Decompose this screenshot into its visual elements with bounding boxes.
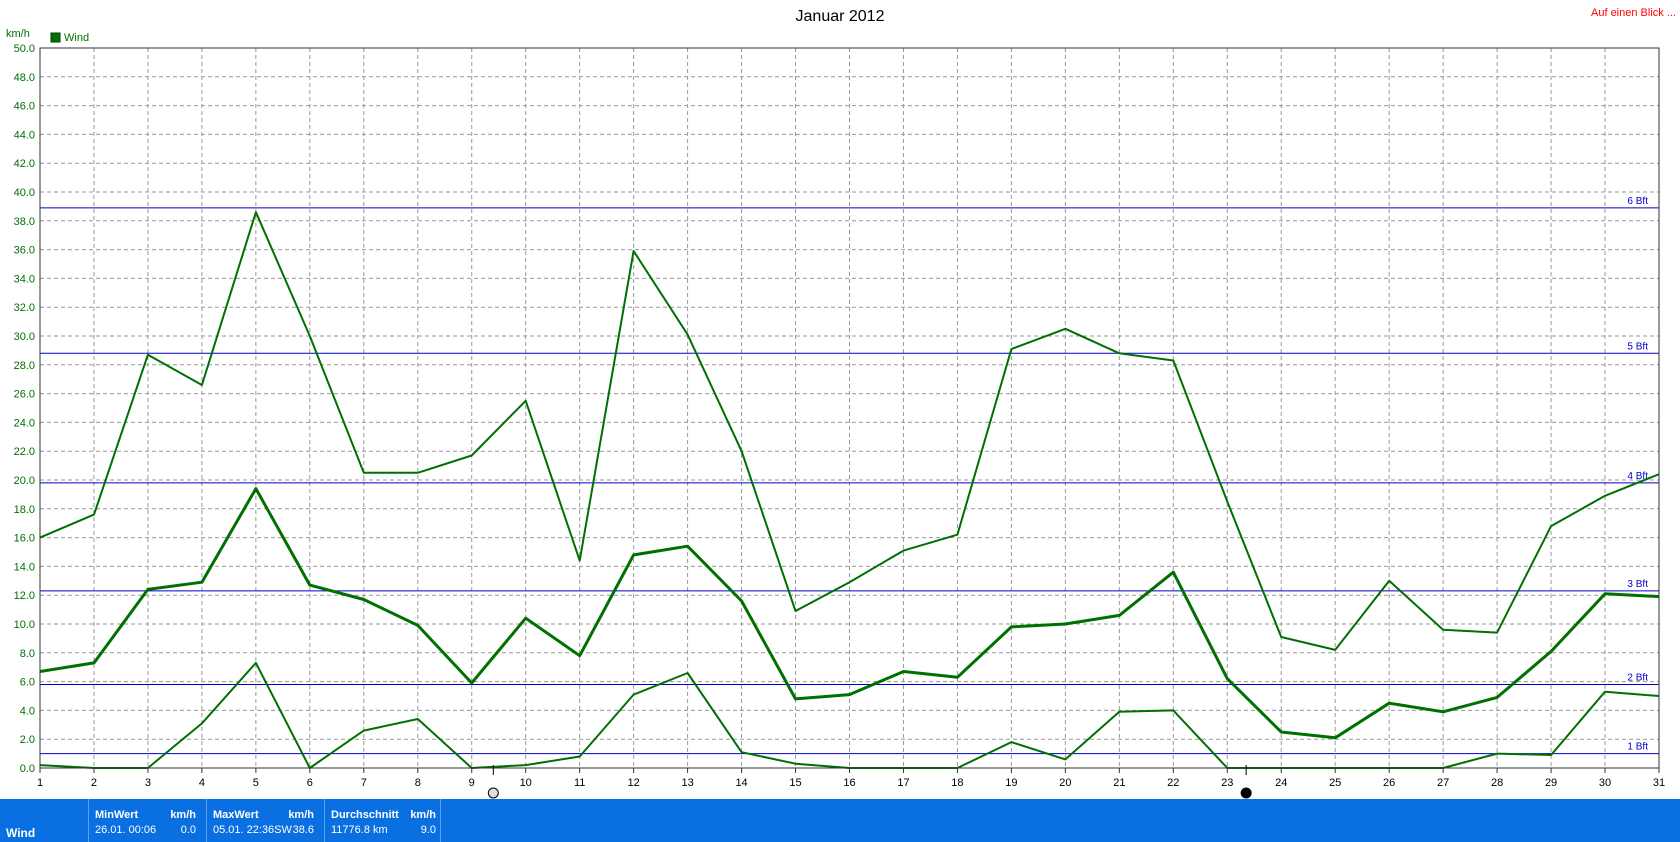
full-moon-icon (487, 787, 499, 799)
y-tick-label: 32.0 (14, 302, 35, 314)
x-tick-label: 16 (843, 777, 855, 789)
x-tick-label: 23 (1221, 777, 1233, 789)
beaufort-label: 1 Bft (1627, 742, 1648, 753)
max-header: MaxWert (213, 809, 259, 821)
legend-swatch (50, 32, 61, 43)
moon-markers (487, 765, 1252, 799)
min-header: MinWert (95, 809, 139, 821)
x-tick-label: 5 (253, 777, 259, 789)
min-time: 26.01. 00:06 (95, 824, 157, 836)
x-tick-label: 3 (145, 777, 151, 789)
x-tick-label: 12 (628, 777, 640, 789)
y-tick-label: 18.0 (14, 504, 35, 516)
x-axis: 1 2 3 4 5 6 7 8 9 10 11 12 13 14 15 16 17 18 19 20 21 22 23 24 2… (37, 768, 1665, 789)
max-time: 05.01. 22:36SW (213, 824, 292, 836)
x-tick-label: 30 (1599, 777, 1611, 789)
y-tick-label: 46.0 (14, 101, 35, 113)
y-tick-label: 30.0 (14, 331, 35, 343)
min-unit: km/h (170, 809, 196, 821)
x-tick-label: 29 (1545, 777, 1557, 789)
min-value: 0.0 (180, 824, 196, 836)
y-tick-label: 36.0 (14, 245, 35, 257)
overview-link[interactable]: Auf einen Blick ... (1591, 7, 1676, 19)
y-tick-label: 10.0 (14, 619, 35, 631)
x-tick-label: 17 (897, 777, 909, 789)
max-cell: MaxWert km/h 05.01. 22:36SW 38.6 (206, 799, 319, 842)
y-tick-label: 8.0 (20, 648, 35, 660)
stats-footer: Wind MinWert km/h 26.01. 00:06 0.0 MaxWe… (0, 799, 1680, 842)
avg-unit: km/h (410, 809, 436, 821)
min-cell: MinWert km/h 26.01. 00:06 0.0 (88, 799, 201, 842)
y-tick-label: 2.0 (20, 734, 35, 746)
y-tick-label: 22.0 (14, 446, 35, 458)
legend-label: Wind (64, 32, 89, 44)
y-axis: 0.0 2.0 4.0 6.0 8.0 10.0 12.0 14.0 16.0 18.0 20.0 2… (14, 43, 35, 775)
avg-distance: 11776.8 km (331, 824, 388, 836)
x-tick-label: 13 (681, 777, 693, 789)
y-tick-label: 12.0 (14, 590, 35, 602)
x-tick-label: 7 (361, 777, 367, 789)
stats-row-label: Wind (6, 826, 36, 840)
y-tick-label: 34.0 (14, 273, 35, 285)
x-tick-label: 19 (1005, 777, 1017, 789)
x-tick-label: 26 (1383, 777, 1395, 789)
x-tick-label: 9 (469, 777, 475, 789)
x-tick-label: 28 (1491, 777, 1503, 789)
new-moon-icon (1240, 787, 1252, 799)
x-tick-label: 18 (951, 777, 963, 789)
x-tick-label: 14 (735, 777, 747, 789)
x-tick-label: 6 (307, 777, 313, 789)
x-tick-label: 21 (1113, 777, 1125, 789)
x-tick-label: 20 (1059, 777, 1071, 789)
y-tick-label: 24.0 (14, 417, 35, 429)
y-tick-label: 16.0 (14, 533, 35, 545)
footer-divider (440, 799, 441, 842)
y-tick-label: 40.0 (14, 187, 35, 199)
avg-value: 9.0 (420, 824, 436, 836)
y-tick-label: 38.0 (14, 216, 35, 228)
y-tick-label: 20.0 (14, 475, 35, 487)
avg-cell: Durchschnitt km/h 11776.8 km 9.0 (324, 799, 441, 842)
x-tick-label: 4 (199, 777, 205, 789)
beaufort-label: 6 Bft (1627, 196, 1648, 207)
max-value: 38.6 (292, 824, 314, 836)
y-tick-label: 26.0 (14, 389, 35, 401)
chart-title: Januar 2012 (796, 8, 885, 25)
wind-chart: Januar 2012 km/h Wind Auf einen Blick ..… (6, 7, 1676, 799)
x-tick-label: 27 (1437, 777, 1449, 789)
series-line-max (39, 211, 1660, 651)
y-tick-label: 42.0 (14, 158, 35, 170)
y-tick-label: 28.0 (14, 360, 35, 372)
beaufort-label: 5 Bft (1627, 341, 1648, 352)
x-tick-label: 15 (789, 777, 801, 789)
y-tick-label: 50.0 (14, 43, 35, 55)
x-tick-label: 1 (37, 777, 43, 789)
max-unit: km/h (288, 809, 314, 821)
x-tick-label: 11 (574, 777, 585, 789)
y-tick-label: 4.0 (20, 705, 35, 717)
beaufort-label: 2 Bft (1627, 672, 1648, 683)
y-tick-label: 14.0 (14, 561, 35, 573)
y-axis-unit: km/h (6, 28, 30, 40)
x-tick-label: 10 (520, 777, 532, 789)
y-tick-label: 0.0 (20, 763, 35, 775)
x-tick-label: 2 (91, 777, 97, 789)
y-tick-label: 44.0 (14, 129, 35, 141)
avg-header: Durchschnitt (331, 809, 399, 821)
x-tick-label: 24 (1275, 777, 1287, 789)
y-tick-label: 48.0 (14, 72, 35, 84)
grid (39, 47, 1660, 769)
x-tick-label: 25 (1329, 777, 1341, 789)
x-tick-label: 8 (415, 777, 421, 789)
beaufort-label: 3 Bft (1627, 579, 1648, 590)
y-tick-label: 6.0 (20, 677, 35, 689)
x-tick-label: 22 (1167, 777, 1179, 789)
x-tick-label: 31 (1653, 777, 1665, 789)
